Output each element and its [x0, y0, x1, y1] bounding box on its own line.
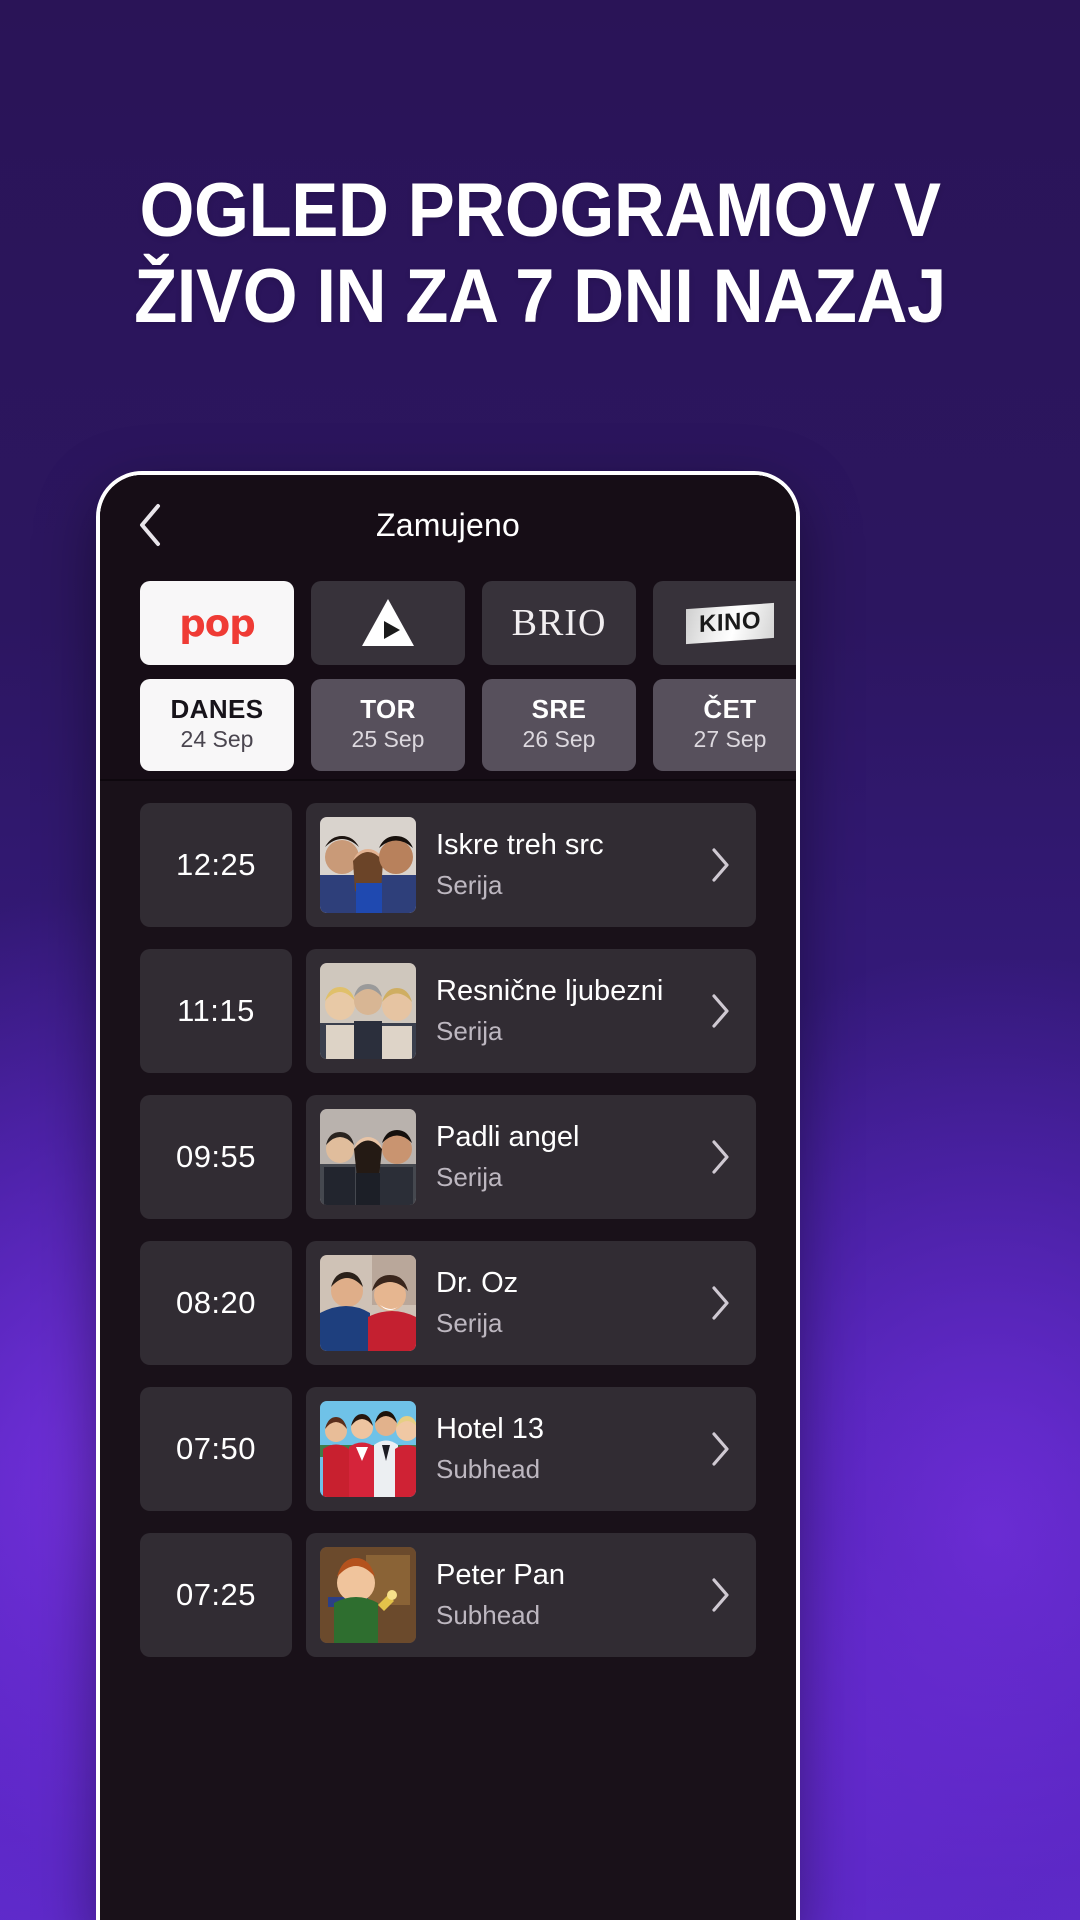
day-tab-date: 24 Sep — [180, 726, 254, 753]
chevron-right-icon[interactable] — [704, 1432, 738, 1466]
thumb-hotel-13 — [320, 1401, 416, 1497]
program-title: Hotel 13 — [436, 1412, 545, 1445]
day-tab-tor[interactable]: TOR 25 Sep — [311, 679, 465, 771]
program-info-box[interactable]: Iskre treh src Serija — [306, 803, 756, 927]
program-time-box[interactable]: 07:50 — [140, 1387, 292, 1511]
brio-logo: BRIO — [511, 602, 607, 644]
day-tab-name: TOR — [360, 693, 416, 724]
program-titles: Padli angel Serija — [436, 1119, 684, 1195]
program-time-box[interactable]: 07:25 — [140, 1533, 292, 1657]
day-tab-date: 25 Sep — [351, 726, 425, 753]
program-subtitle: Serija — [436, 1162, 503, 1193]
channel-tile-play[interactable] — [311, 581, 465, 665]
chevron-right-icon[interactable] — [704, 994, 738, 1028]
program-info-box[interactable]: Padli angel Serija — [306, 1095, 756, 1219]
thumb-peter-pan — [320, 1547, 416, 1643]
program-row[interactable]: 07:25 Peter Pan Subhead — [140, 1533, 756, 1657]
day-selector[interactable]: DANES 24 Sep TOR 25 Sep SRE 26 Sep ČET 2… — [100, 671, 796, 781]
channel-selector[interactable]: pop BRIO KINO — [100, 575, 796, 671]
promo-headline: OGLED PROGRAMOV V ŽIVO IN ZA 7 DNI NAZAJ — [38, 168, 1042, 340]
program-subtitle: Subhead — [436, 1600, 541, 1631]
day-tab-cet[interactable]: ČET 27 Sep — [653, 679, 796, 771]
play-triangle-logo — [360, 597, 416, 649]
program-row[interactable]: 07:50 Hotel 13 Subhead — [140, 1387, 756, 1511]
day-tab-name: DANES — [170, 693, 264, 724]
program-time-box[interactable]: 11:15 — [140, 949, 292, 1073]
program-titles: Peter Pan Subhead — [436, 1557, 684, 1633]
program-titles: Hotel 13 Subhead — [436, 1411, 684, 1487]
chevron-right-icon[interactable] — [704, 1578, 738, 1612]
program-subtitle: Subhead — [436, 1454, 541, 1485]
program-titles: Resnične ljubezni Serija — [436, 973, 684, 1049]
chevron-right-icon[interactable] — [704, 1286, 738, 1320]
channel-tile-brio[interactable]: BRIO — [482, 581, 636, 665]
day-tab-date: 27 Sep — [693, 726, 767, 753]
program-info-box[interactable]: Peter Pan Subhead — [306, 1533, 756, 1657]
program-list: 12:25 Iskre treh src Serija 11:15 Resnič… — [100, 781, 796, 1920]
program-title: Resnične ljubezni — [436, 974, 664, 1007]
program-row[interactable]: 11:15 Resnične ljubezni Serija — [140, 949, 756, 1073]
page-title: Zamujeno — [376, 506, 520, 543]
program-time-box[interactable]: 12:25 — [140, 803, 292, 927]
program-time-box[interactable]: 08:20 — [140, 1241, 292, 1365]
program-time: 11:15 — [177, 993, 255, 1028]
phone-mockup: Zamujeno pop BRIO KINO DANES 24 Sep TOR … — [96, 471, 800, 1920]
back-button[interactable] — [122, 497, 178, 553]
chevron-right-icon[interactable] — [704, 1140, 738, 1174]
program-info-box[interactable]: Resnične ljubezni Serija — [306, 949, 756, 1073]
pop-logo: pop — [179, 601, 255, 645]
chevron-right-icon[interactable] — [704, 848, 738, 882]
program-row[interactable]: 09:55 Padli angel Serija — [140, 1095, 756, 1219]
program-title: Peter Pan — [436, 1558, 565, 1591]
program-info-box[interactable]: Hotel 13 Subhead — [306, 1387, 756, 1511]
promo-headline-line-1: OGLED PROGRAMOV V — [139, 168, 941, 253]
program-row[interactable]: 12:25 Iskre treh src Serija — [140, 803, 756, 927]
program-info-box[interactable]: Dr. Oz Serija — [306, 1241, 756, 1365]
thumb-iskre-treh-src — [320, 817, 416, 913]
day-tab-danes[interactable]: DANES 24 Sep — [140, 679, 294, 771]
program-time: 12:25 — [175, 847, 257, 882]
program-time-box[interactable]: 09:55 — [140, 1095, 292, 1219]
program-title: Padli angel — [436, 1120, 580, 1153]
promo-headline-line-2: ŽIVO IN ZA 7 DNI NAZAJ — [134, 254, 946, 339]
channel-tile-kino[interactable]: KINO — [653, 581, 796, 665]
thumb-dr-oz — [320, 1255, 416, 1351]
program-titles: Iskre treh src Serija — [436, 827, 684, 903]
kino-logo: KINO — [686, 602, 774, 644]
program-titles: Dr. Oz Serija — [436, 1265, 684, 1341]
day-tab-date: 26 Sep — [522, 726, 596, 753]
program-subtitle: Serija — [436, 1016, 503, 1047]
program-title: Iskre treh src — [436, 828, 604, 861]
app-navbar: Zamujeno — [100, 475, 796, 575]
program-title: Dr. Oz — [436, 1266, 519, 1299]
day-tab-name: ČET — [703, 693, 757, 724]
program-time: 07:50 — [175, 1431, 257, 1466]
program-time: 07:25 — [175, 1577, 257, 1612]
channel-tile-pop[interactable]: pop — [140, 581, 294, 665]
thumb-resnicne-ljubezni — [320, 963, 416, 1059]
program-time: 09:55 — [175, 1139, 257, 1174]
app-screen: Zamujeno pop BRIO KINO DANES 24 Sep TOR … — [100, 475, 796, 1920]
day-tab-sre[interactable]: SRE 26 Sep — [482, 679, 636, 771]
chevron-left-icon — [137, 503, 163, 547]
thumb-padli-angel — [320, 1109, 416, 1205]
day-tab-name: SRE — [531, 693, 587, 724]
program-time: 08:20 — [175, 1285, 257, 1320]
program-subtitle: Serija — [436, 1308, 503, 1339]
program-row[interactable]: 08:20 Dr. Oz Serija — [140, 1241, 756, 1365]
program-subtitle: Serija — [436, 870, 503, 901]
